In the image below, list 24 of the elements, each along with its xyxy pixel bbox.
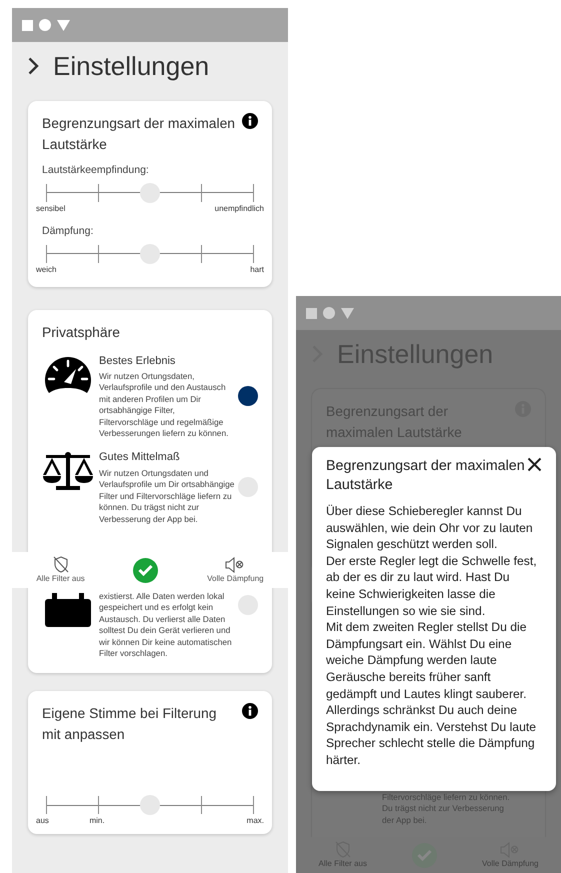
card-title: Begrenzungsart der maximalen Lautstärke (42, 114, 236, 154)
scale-label: weich (36, 264, 56, 276)
option-title: Gutes Mittelmaß (99, 450, 181, 466)
card-title: Eigene Stimme bei Filterung mit anpassen (42, 704, 218, 744)
page-title: Einstellungen (53, 52, 210, 78)
dialog-title: Begrenzungsart der maximalen Lautstärke (326, 457, 526, 495)
option-description: Wir nutzen Ortungsdaten und Verlaufsprofile um Dir ortsabhängige Filter und Filtervorschläge liefern zu können. Du trägst nicht zur Verbesserung der App bei. (99, 468, 235, 525)
dialog-text: Mit dem zweiten Regler stellst Du die Dämpfungsart ein. Wählst Du eine weiche Dämpfung werden laute Geräusche bereits früher sanft gedämpft und Lautes klingt sauberer. Allerdings schränkst Du auch deine Sprachdynamik ein. Verstehst Du laute Sprecher schlecht stelle die Dämpfung härter. (326, 619, 538, 768)
option-title: Bestes Erlebnis (99, 354, 176, 368)
dialog-text: Über diese Schieberegler kannst Du auswählen, wie dein Ohr vor zu lauten Signalen geschützt werden soll. (326, 503, 534, 553)
scale-label: sensibel (36, 202, 66, 215)
option-description: existierst. Alle Daten werden lokal gespeichert und es erfolgt kein Austausch. Du verlierst alle Daten solltest Du dein Gerät verlieren und wir können Dir keine automatischen Filter vorschlagen. (99, 590, 233, 660)
option-description: Wir nutzen Ortungsdaten, Verlaufsprofile und den Austausch mit anderen Profilen um Dir ortsabhängige Filter, Filtervorschläge und regelmäßige Verbesserungen liefern zu können. (99, 371, 230, 440)
card-title: Privatsphäre (42, 322, 120, 342)
scale-label: aus (36, 815, 49, 828)
filters-off-button[interactable]: Alle Filter aus (36, 556, 85, 584)
slider-label: Lautstärkeempfindung: (42, 163, 150, 178)
slider-label: Dämpfung: (42, 224, 94, 239)
scale-label: max. (246, 815, 264, 828)
dialog-text: Der erste Regler legt die Schwelle fest, ab der es dir zu laut wird. Hast Du keine Schwierigkeiten lasse die Einstellungen so wie sie sind. (326, 552, 538, 620)
scale-label: unempfindlich (214, 202, 264, 215)
scale-label: hart (250, 264, 264, 276)
scale-label: min. (89, 815, 105, 828)
full-damping-button[interactable]: Volle Dämpfung (207, 556, 264, 584)
